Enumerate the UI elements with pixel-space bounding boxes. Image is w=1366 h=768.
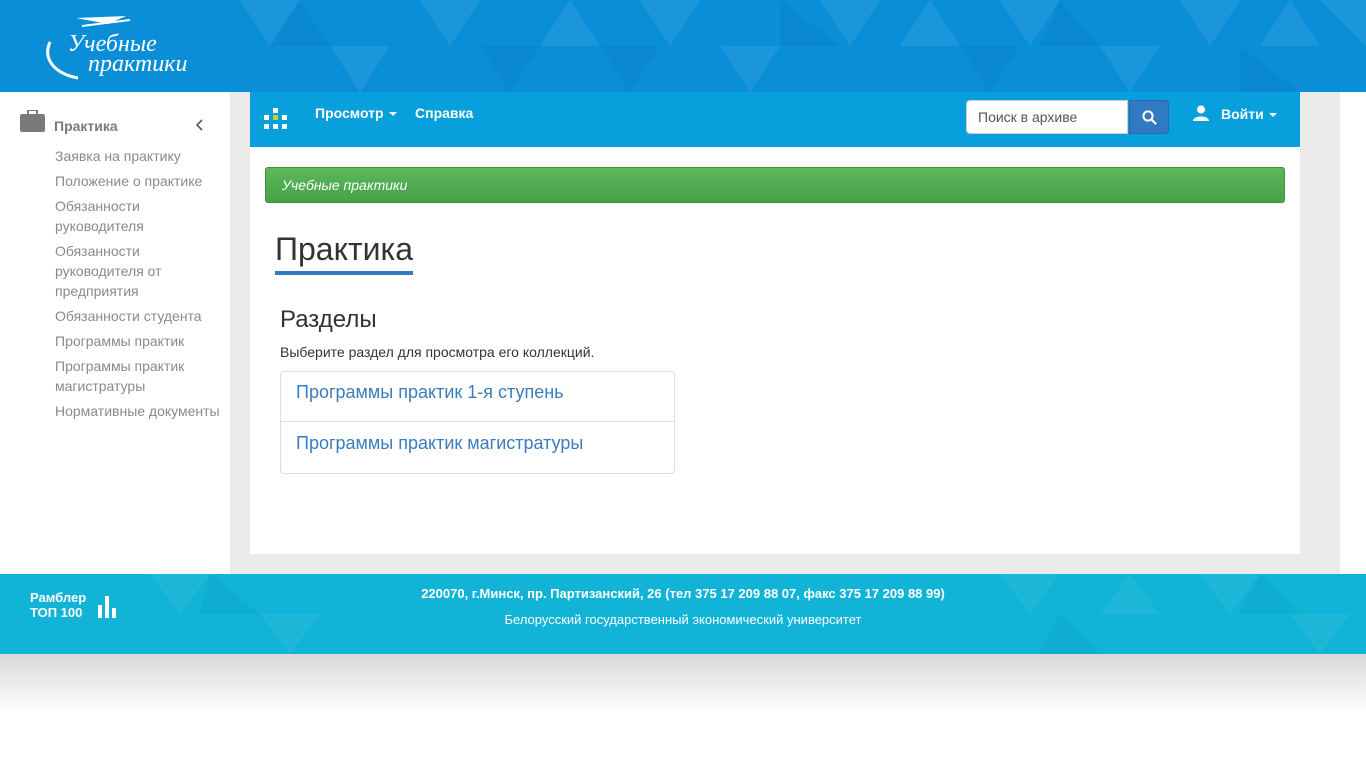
caret-down-icon: [388, 112, 397, 117]
sidebar-item-masters-programs[interactable]: Программы практик магистратуры: [55, 356, 220, 396]
main-panel: Просмотр Справка Войти Учебные практики …: [250, 92, 1300, 554]
breadcrumb[interactable]: Учебные практики: [265, 167, 1285, 203]
header-banner: Учебные практики: [0, 0, 1366, 92]
sidebar-item-student-duties[interactable]: Обязанности студента: [55, 306, 220, 326]
user-icon: [1193, 105, 1209, 121]
section-description: Выберите раздел для просмотра его коллек…: [280, 344, 595, 360]
browse-menu[interactable]: Просмотр: [315, 105, 397, 121]
section-link-masters-programs[interactable]: Программы практик магистратуры: [281, 423, 674, 473]
section-link-bachelor-programs[interactable]: Программы практик 1-я ступень: [281, 372, 674, 422]
footer: Рамблер ТОП 100 220070, г.Минск, пр. Пар…: [0, 574, 1366, 654]
logo-text-line2: практики: [88, 51, 188, 77]
sidebar-item-normative-docs[interactable]: Нормативные документы: [55, 401, 220, 421]
search-button[interactable]: [1129, 100, 1169, 134]
footer-address: 220070, г.Минск, пр. Партизанский, 26 (т…: [421, 586, 945, 601]
section-title: Разделы: [280, 306, 377, 333]
caret-down-icon: [1268, 113, 1277, 118]
sidebar: Практика Заявка на практику Положение о …: [0, 92, 230, 574]
sidebar-item-supervisor-duties[interactable]: Обязанности руководителя: [55, 196, 220, 236]
site-logo[interactable]: Учебные практики: [38, 12, 238, 82]
sidebar-item-programs[interactable]: Программы практик: [55, 331, 220, 351]
sidebar-menu: Заявка на практику Положение о практике …: [55, 146, 220, 426]
search-input[interactable]: [966, 100, 1128, 134]
sidebar-item-company-supervisor-duties[interactable]: Обязанности руководителя от предприятия: [55, 241, 220, 301]
navbar: Просмотр Справка Войти: [250, 92, 1300, 147]
sidebar-item-regulation[interactable]: Положение о практике: [55, 171, 220, 191]
briefcase-icon: [20, 110, 45, 132]
dspace-logo-icon[interactable]: [264, 108, 288, 132]
sections-list: Программы практик 1-я ступень Программы …: [280, 371, 675, 474]
search-icon: [1142, 110, 1157, 125]
sidebar-title: Практика: [54, 118, 118, 134]
help-link[interactable]: Справка: [415, 105, 473, 121]
sidebar-item-application[interactable]: Заявка на практику: [55, 146, 220, 166]
footer-university: Белорусский государственный экономически…: [504, 612, 862, 627]
breadcrumb-label: Учебные практики: [282, 177, 408, 193]
sidebar-section-toggle[interactable]: Практика: [20, 110, 220, 140]
page-title: Практика: [275, 229, 413, 275]
login-menu[interactable]: Войти: [1193, 105, 1277, 122]
login-label: Войти: [1221, 106, 1264, 122]
chevron-left-icon[interactable]: [196, 119, 204, 131]
browse-menu-label: Просмотр: [315, 105, 384, 121]
footer-shadow: [0, 654, 1366, 714]
